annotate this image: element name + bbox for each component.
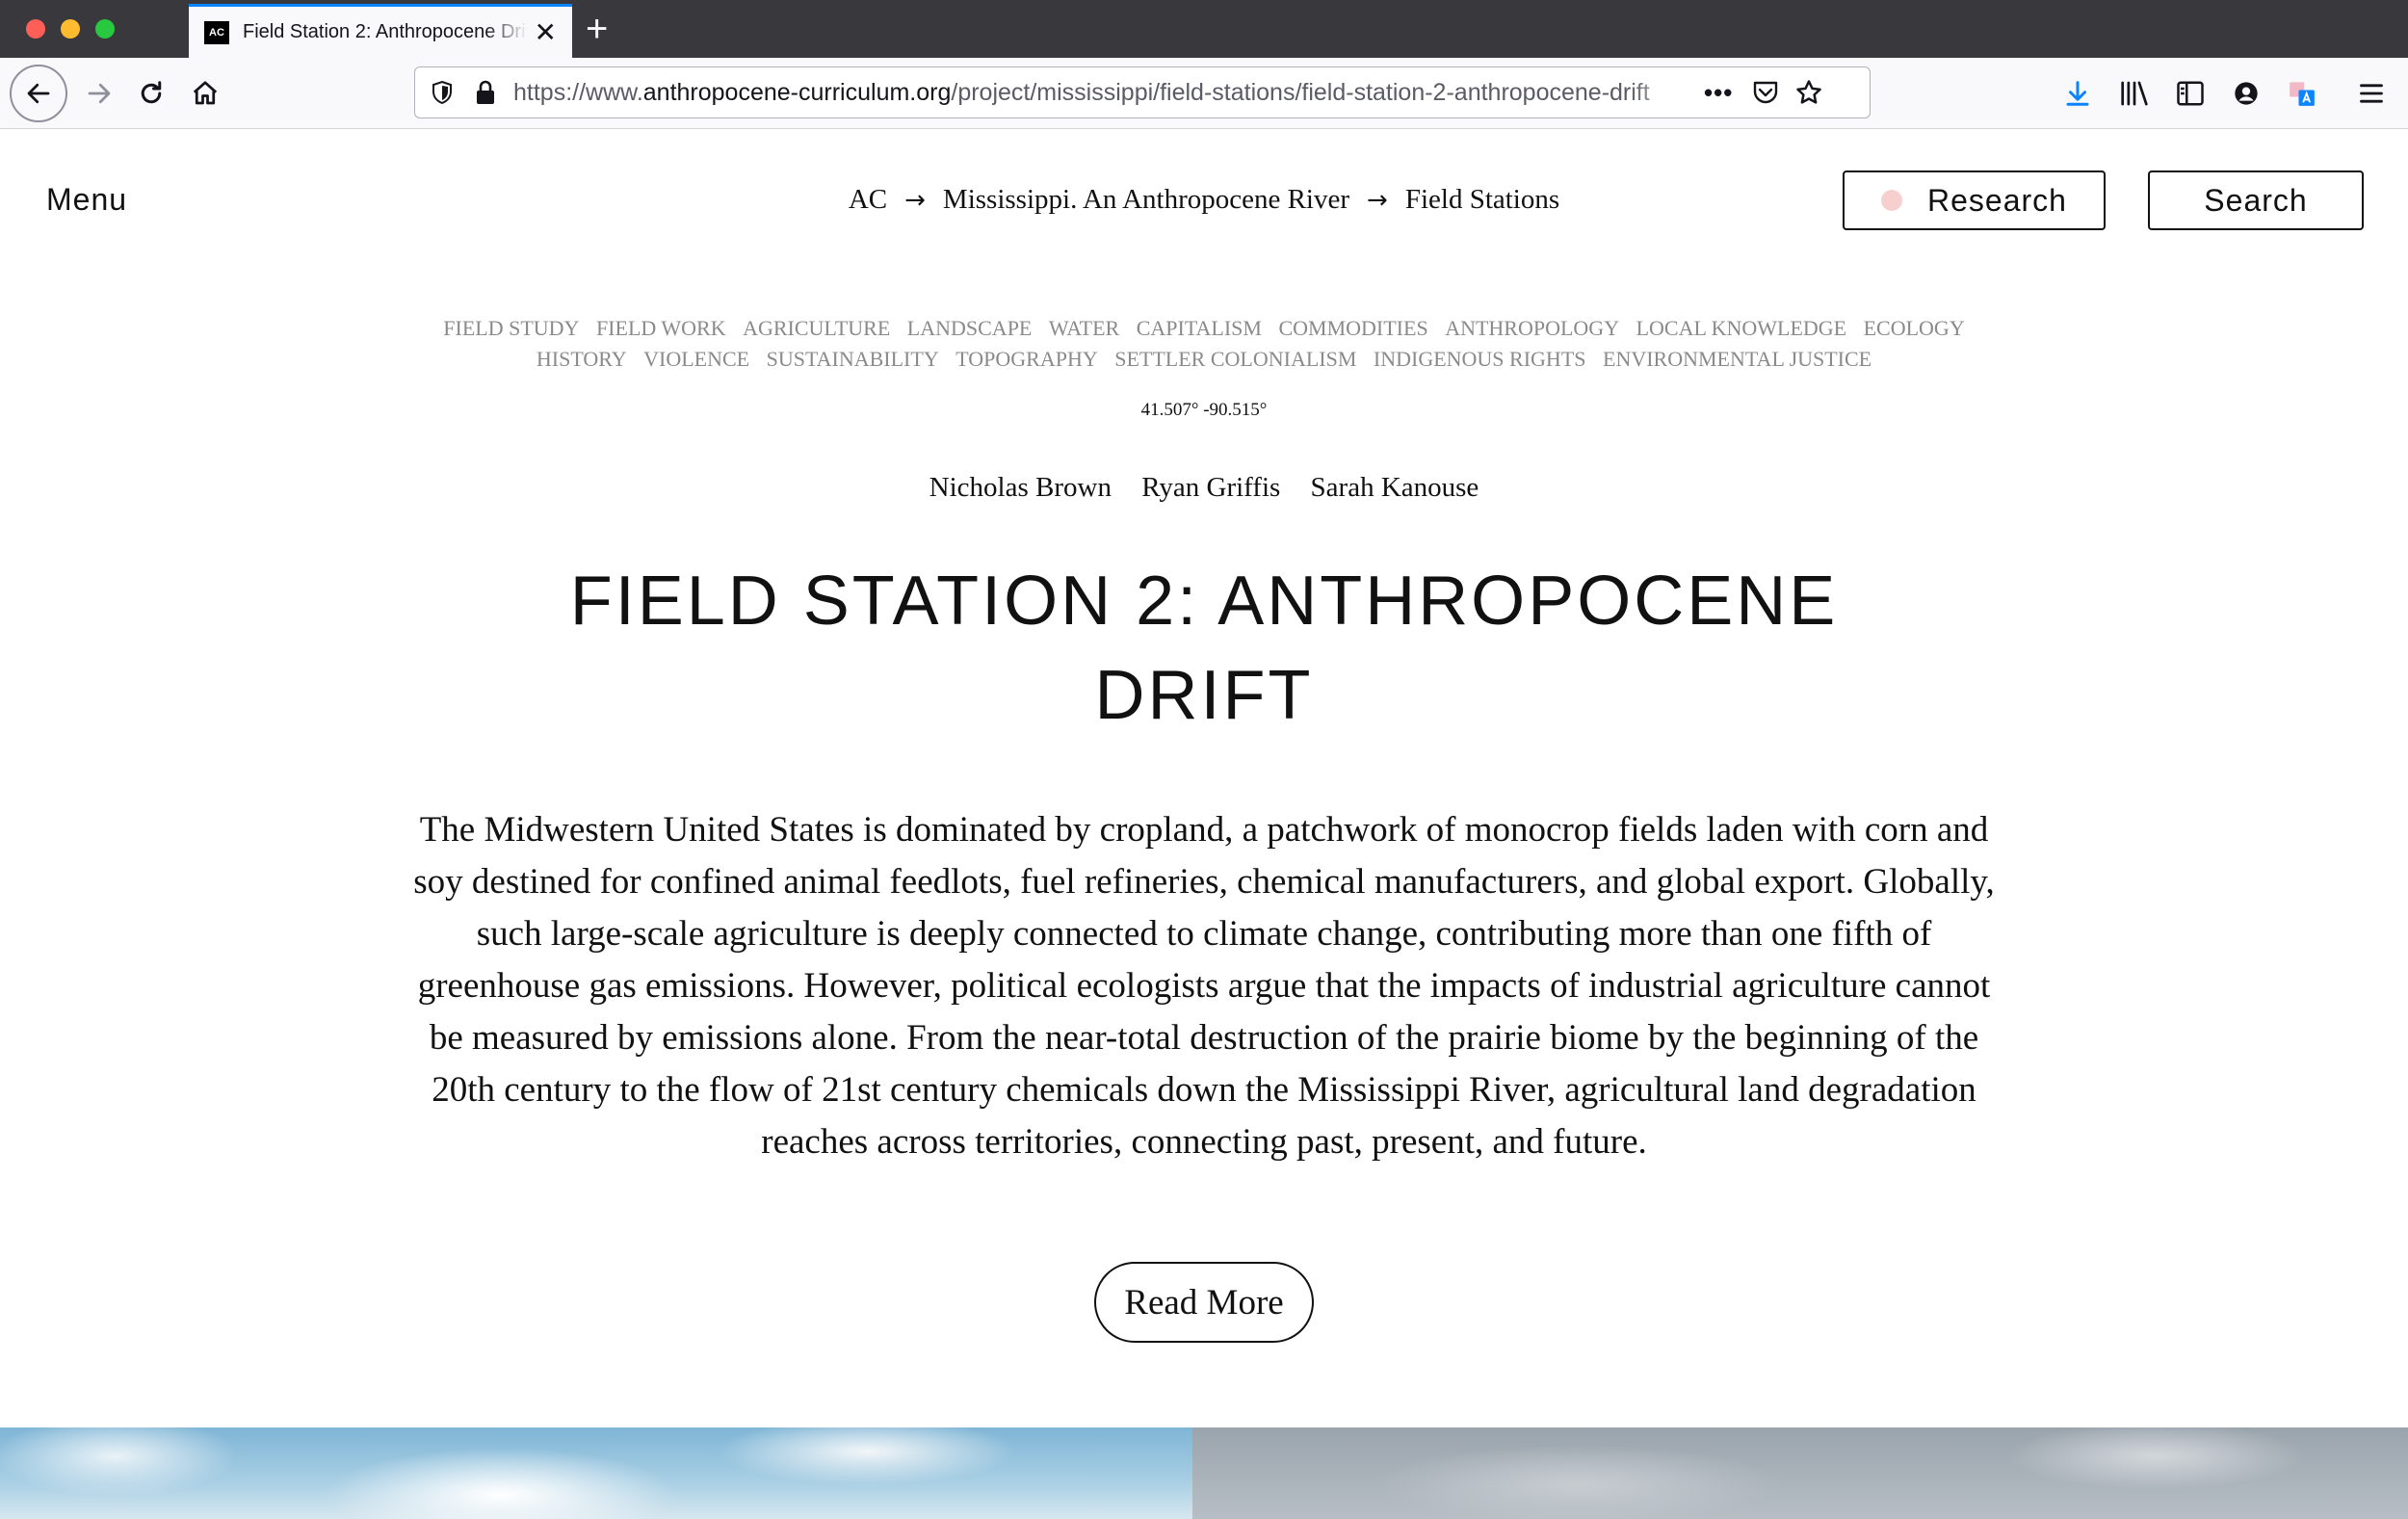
hero-image-strip xyxy=(0,1427,2408,1519)
tag-link[interactable]: FIELD STUDY xyxy=(443,313,579,344)
tag-link[interactable]: LANDSCAPE xyxy=(907,313,1033,344)
download-arrow-icon xyxy=(2066,81,2089,106)
forward-arrow-icon xyxy=(88,83,111,104)
author-list: Nicholas Brown Ryan Griffis Sarah Kanous… xyxy=(0,472,2408,504)
back-arrow-icon xyxy=(27,83,50,104)
home-icon xyxy=(193,81,218,105)
intro-paragraph: The Midwestern United States is dominate… xyxy=(413,810,1995,1162)
home-button[interactable] xyxy=(183,71,227,116)
page-actions-menu-icon[interactable]: ••• xyxy=(1704,78,1733,108)
hamburger-menu-icon xyxy=(2360,84,2383,103)
lock-icon[interactable] xyxy=(475,80,496,105)
library-icon xyxy=(2121,81,2148,106)
close-window-button[interactable] xyxy=(26,19,45,39)
tag-link[interactable]: WATER xyxy=(1049,313,1119,344)
research-dot-icon xyxy=(1881,190,1903,211)
tag-link[interactable]: LOCAL KNOWLEDGE xyxy=(1636,313,1847,344)
translate-extension-button[interactable] xyxy=(2280,71,2324,116)
author-link[interactable]: Sarah Kanouse xyxy=(1311,472,1479,504)
tag-link[interactable]: CAPITALISM xyxy=(1137,313,1262,344)
page-title: FIELD STATION 2: ANTHROPOCENE DRIFT xyxy=(405,554,2003,743)
tag-link[interactable]: ENVIRONMENTAL JUSTICE xyxy=(1603,344,1871,375)
bookmark-star-icon[interactable] xyxy=(1794,78,1823,107)
library-button[interactable] xyxy=(2112,71,2157,116)
url-text[interactable]: https://www.anthropocene-curriculum.org/… xyxy=(513,79,1688,107)
tag-link[interactable]: ECOLOGY xyxy=(1864,313,1965,344)
breadcrumb-item-mississippi[interactable]: Mississippi. An Anthropocene River xyxy=(943,184,1349,215)
page-title-line-1: FIELD STATION 2: ANTHROPOCENE xyxy=(569,563,1839,640)
tag-link[interactable]: FIELD WORK xyxy=(596,313,726,344)
reload-button[interactable] xyxy=(129,71,173,116)
address-bar[interactable]: https://www.anthropocene-curriculum.org/… xyxy=(414,66,1871,118)
research-button-label: Research xyxy=(1927,182,2067,218)
tag-list: FIELD STUDY FIELD WORK AGRICULTURE LANDS… xyxy=(366,313,2042,375)
new-tab-icon[interactable]: + xyxy=(586,10,608,48)
close-tab-icon[interactable]: ✕ xyxy=(535,18,557,46)
tag-link[interactable]: ANTHROPOLOGY xyxy=(1445,313,1619,344)
browser-tab-active[interactable]: AC Field Station 2: Anthropocene Drift ✕ xyxy=(189,4,572,58)
research-button[interactable]: Research xyxy=(1843,170,2106,230)
browser-navbar: https://www.anthropocene-curriculum.org/… xyxy=(0,58,2408,129)
coordinates-link[interactable]: 41.507° -90.515° xyxy=(0,400,2408,421)
tag-link[interactable]: SUSTAINABILITY xyxy=(767,344,939,375)
page-title-line-2: DRIFT xyxy=(1094,657,1314,734)
downloads-button[interactable] xyxy=(2055,71,2100,116)
arrow-right-icon: → xyxy=(1367,186,1388,215)
tag-link[interactable]: INDIGENOUS RIGHTS xyxy=(1374,344,1586,375)
sky-photo-image xyxy=(0,1427,1192,1519)
arrow-right-icon: → xyxy=(904,186,926,215)
reload-icon xyxy=(141,81,162,104)
cloudy-photo-image xyxy=(1192,1427,2408,1519)
app-menu-button[interactable] xyxy=(2349,71,2394,116)
tracking-protection-shield-icon[interactable] xyxy=(431,80,454,105)
page-content: Menu AC → Mississippi. An Anthropocene Riv… xyxy=(0,130,2408,1519)
pocket-icon[interactable] xyxy=(1752,80,1779,105)
search-button[interactable]: Search xyxy=(2148,170,2364,230)
sidebar-icon xyxy=(2177,81,2204,106)
tag-link[interactable]: COMMODITIES xyxy=(1278,313,1427,344)
account-icon xyxy=(2235,82,2258,105)
search-button-label: Search xyxy=(2204,182,2308,218)
read-more-button[interactable]: Read More xyxy=(1094,1262,1314,1343)
maximize-window-button[interactable] xyxy=(95,19,115,39)
tag-link[interactable]: SETTLER COLONIALISM xyxy=(1114,344,1356,375)
site-favicon-icon: AC xyxy=(204,20,229,44)
tag-link[interactable]: HISTORY xyxy=(537,344,627,375)
translate-icon xyxy=(2290,82,2315,106)
breadcrumb-item-ac[interactable]: AC xyxy=(849,184,887,215)
forward-button[interactable] xyxy=(77,71,121,116)
back-button[interactable] xyxy=(10,65,67,122)
sidebar-toggle-button[interactable] xyxy=(2168,71,2212,116)
breadcrumb-item-field-stations[interactable]: Field Stations xyxy=(1405,184,1559,215)
minimize-window-button[interactable] xyxy=(61,19,80,39)
tab-title: Field Station 2: Anthropocene Drift xyxy=(243,21,528,42)
author-link[interactable]: Nicholas Brown xyxy=(929,472,1112,504)
tag-link[interactable]: AGRICULTURE xyxy=(743,313,890,344)
account-button[interactable] xyxy=(2224,71,2268,116)
author-link[interactable]: Ryan Griffis xyxy=(1141,472,1280,504)
tag-link[interactable]: VIOLENCE xyxy=(643,344,749,375)
tag-link[interactable]: TOPOGRAPHY xyxy=(955,344,1098,375)
browser-titlebar: AC Field Station 2: Anthropocene Drift ✕… xyxy=(0,0,2408,58)
